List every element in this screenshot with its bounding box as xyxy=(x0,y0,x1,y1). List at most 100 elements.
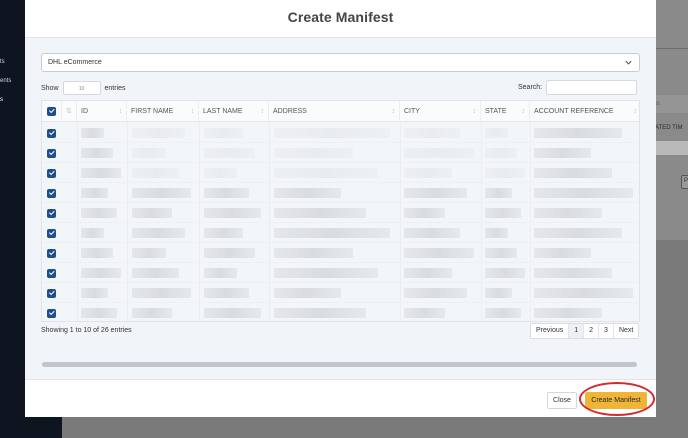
redacted-cell xyxy=(81,288,108,298)
redacted-cell xyxy=(404,268,452,278)
redacted-cell xyxy=(81,208,117,218)
modal-title: Create Manifest xyxy=(287,9,394,25)
table-row[interactable] xyxy=(42,263,639,283)
redacted-cell xyxy=(274,288,341,298)
column-header-last-name[interactable]: LAST NAME ↕ xyxy=(199,101,269,122)
column-header-state[interactable]: STATE ↕ xyxy=(481,101,530,122)
search-input[interactable] xyxy=(546,80,638,95)
redacted-cell xyxy=(534,228,622,238)
redacted-cell xyxy=(204,308,261,318)
redacted-cell xyxy=(204,148,255,158)
redacted-cell xyxy=(404,288,467,298)
redacted-cell xyxy=(534,168,612,178)
pagination-next[interactable]: Next xyxy=(613,324,639,338)
redacted-cell xyxy=(404,228,460,238)
redacted-cell xyxy=(132,188,191,198)
close-button[interactable]: Close xyxy=(547,392,577,409)
search-label: Search: xyxy=(518,84,543,91)
table-row[interactable] xyxy=(42,283,639,303)
table-header: ⇅ ID ↕ FIRST NAME ↕ LAST NAME ↕ ADDRESS ↕ CI… xyxy=(42,101,639,122)
redacted-cell xyxy=(81,248,113,258)
redacted-cell xyxy=(132,208,172,218)
redacted-cell xyxy=(132,228,185,238)
row-checkbox[interactable] xyxy=(47,169,56,178)
redacted-cell xyxy=(534,128,622,138)
length-suffix: entries xyxy=(104,84,126,92)
pagination-previous[interactable]: Previous xyxy=(531,324,570,338)
row-checkbox[interactable] xyxy=(47,129,56,138)
column-header-first-name[interactable]: FIRST NAME ↕ xyxy=(127,101,199,122)
redacted-cell xyxy=(274,168,378,178)
pagination-page-1[interactable]: 1 xyxy=(569,324,585,338)
redacted-cell xyxy=(404,168,452,178)
redacted-cell xyxy=(132,128,185,138)
pagination-page-3[interactable]: 3 xyxy=(599,324,614,338)
row-checkbox[interactable] xyxy=(47,229,56,238)
row-checkbox[interactable] xyxy=(47,269,56,278)
redacted-cell xyxy=(534,288,633,298)
create-manifest-modal: Create Manifest DHL eCommerce Show 10 en… xyxy=(25,0,656,417)
pagination-page-2[interactable]: 2 xyxy=(584,324,600,338)
row-checkbox[interactable] xyxy=(47,149,56,158)
redacted-cell xyxy=(132,288,191,298)
background-page-fragment: s: ATED TIM P xyxy=(655,0,688,240)
redacted-cell xyxy=(81,188,108,198)
redacted-cell xyxy=(485,308,521,318)
table-row[interactable] xyxy=(42,203,639,223)
sidebar-item-fragment: ents xyxy=(0,78,12,84)
redacted-cell xyxy=(81,268,121,278)
bg-text-fragment: P xyxy=(684,178,688,184)
entries-per-page-select[interactable]: 10 xyxy=(62,81,101,95)
redacted-cell xyxy=(485,128,508,138)
redacted-cell xyxy=(485,248,517,258)
horizontal-scrollbar[interactable] xyxy=(42,362,637,367)
redacted-cell xyxy=(485,288,512,298)
sort-icon: ↕ xyxy=(190,108,195,115)
column-header-id[interactable]: ID ↕ xyxy=(77,101,127,122)
row-checkbox[interactable] xyxy=(47,209,56,218)
redacted-cell xyxy=(485,228,508,238)
redacted-cell xyxy=(81,228,104,238)
row-checkbox[interactable] xyxy=(47,309,56,318)
redacted-cell xyxy=(404,148,474,158)
redacted-cell xyxy=(274,308,366,318)
redacted-cell xyxy=(204,188,249,198)
select-all-checkbox[interactable] xyxy=(47,107,56,116)
redacted-cell xyxy=(274,248,353,258)
table-row[interactable] xyxy=(42,243,639,263)
redacted-cell xyxy=(534,188,633,198)
table-row[interactable] xyxy=(42,183,639,203)
redacted-cell xyxy=(274,268,378,278)
redacted-cell xyxy=(204,248,255,258)
table-row[interactable] xyxy=(42,143,639,163)
row-checkbox[interactable] xyxy=(47,189,56,198)
redacted-cell xyxy=(132,248,166,258)
pagination: Previous 1 2 3 Next xyxy=(530,323,640,339)
sidebar-item-fragment: ts xyxy=(0,59,5,65)
redacted-cell xyxy=(204,268,237,278)
table-row[interactable] xyxy=(42,303,639,321)
search-control: Search: xyxy=(518,80,638,95)
column-header-account-reference[interactable]: ACCOUNT REFERENCE ↕ xyxy=(530,101,639,122)
redacted-cell xyxy=(404,208,445,218)
redacted-cell xyxy=(81,148,113,158)
redacted-cell xyxy=(81,168,121,178)
column-header-city[interactable]: CITY ↕ xyxy=(400,101,481,122)
redacted-cell xyxy=(204,128,243,138)
carrier-select-value: DHL eCommerce xyxy=(48,59,102,66)
table-row[interactable] xyxy=(42,223,639,243)
redacted-cell xyxy=(485,148,517,158)
row-checkbox[interactable] xyxy=(47,249,56,258)
carrier-select[interactable]: DHL eCommerce xyxy=(41,53,640,72)
row-checkbox[interactable] xyxy=(47,289,56,298)
redacted-cell xyxy=(81,308,117,318)
redacted-cell xyxy=(485,268,525,278)
sort-icon: ↕ xyxy=(472,108,477,115)
length-control: Show 10 entries xyxy=(41,81,126,95)
table-row[interactable] xyxy=(42,163,639,183)
column-header-address[interactable]: ADDRESS ↕ xyxy=(269,101,400,122)
sort-icon[interactable]: ⇅ xyxy=(62,101,77,122)
table-row[interactable] xyxy=(42,123,639,143)
redacted-cell xyxy=(485,208,521,218)
redacted-cell xyxy=(132,168,179,178)
